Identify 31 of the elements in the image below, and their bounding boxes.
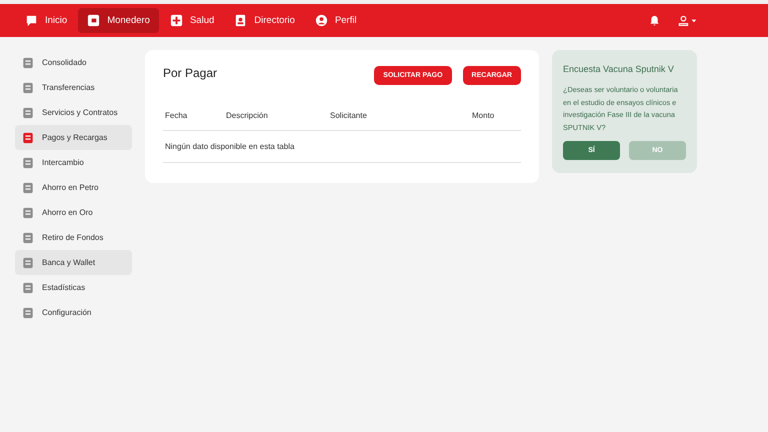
bell-icon[interactable] xyxy=(649,15,660,26)
card-title: Por Pagar xyxy=(163,66,218,80)
sidebar-item[interactable]: Servicios y Contratos xyxy=(15,100,132,125)
column-header: Descripción xyxy=(224,103,328,130)
sidebar-item[interactable]: Consolidado xyxy=(15,50,132,75)
sidebar-item[interactable]: Retiro de Fondos xyxy=(15,225,132,250)
contact-card-icon xyxy=(234,14,248,27)
nav-tab[interactable]: Perfil xyxy=(306,8,366,33)
sidebar-item[interactable]: Pagos y Recargas xyxy=(15,125,132,150)
sidebar-item[interactable]: Ahorro en Oro xyxy=(15,200,132,225)
clipboard-icon xyxy=(22,56,34,68)
sidebar-item[interactable]: Transferencias xyxy=(15,75,132,100)
list-icon xyxy=(22,106,34,118)
sidebar-item[interactable]: Estadísticas xyxy=(15,275,132,300)
survey-title: Encuesta Vacuna Sputnik V xyxy=(563,64,675,74)
sidebar-item[interactable]: Ahorro en Petro xyxy=(15,175,132,200)
column-header: Monto xyxy=(470,103,521,130)
nav-tab[interactable]: Salud xyxy=(160,8,224,33)
user-menu-icon[interactable] xyxy=(678,15,698,26)
sidebar-item[interactable]: Banca y Wallet xyxy=(15,250,132,275)
medical-cross-icon xyxy=(170,14,183,27)
column-header: Solicitante xyxy=(328,103,470,130)
nav-tab[interactable]: Monedero xyxy=(78,8,159,33)
user-circle-icon xyxy=(314,14,328,27)
sidebar-item[interactable]: Intercambio xyxy=(15,150,132,175)
nav-tab[interactable]: Directorio xyxy=(225,8,304,33)
nav-tab[interactable]: Inicio xyxy=(16,8,76,33)
sidebar-item[interactable]: Configuración xyxy=(15,300,132,325)
empty-table-message: Ningún dato disponible en esta tabla xyxy=(165,142,294,151)
chat-icon xyxy=(25,14,38,27)
column-header: Fecha xyxy=(163,103,224,130)
